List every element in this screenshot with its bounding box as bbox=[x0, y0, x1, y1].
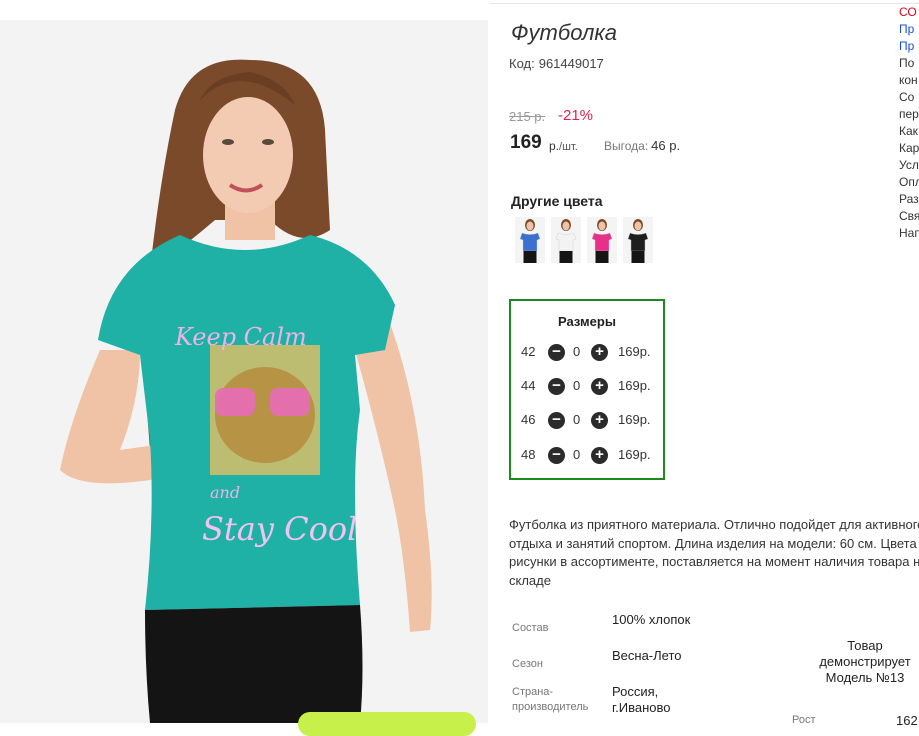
sidebar-item: Свя bbox=[899, 209, 919, 223]
sidebar-item: Раз bbox=[899, 192, 919, 206]
sizes-panel: Размеры 42−0 +169р. 44−0 +169р. 46−0 +169р. 48… bbox=[509, 299, 665, 480]
size-label: 46 bbox=[521, 412, 536, 427]
discount-badge: -21% bbox=[558, 107, 594, 124]
product-title: Футболка bbox=[511, 20, 617, 45]
price-currency: р. bbox=[549, 139, 560, 153]
sidebar-item: Кар bbox=[899, 141, 919, 155]
size-row-46: 46−0 +169р. bbox=[511, 410, 663, 430]
print-text-bottom: Stay Cool bbox=[202, 510, 357, 548]
sku-value: 961449017 bbox=[538, 56, 604, 71]
decrease-quantity-button[interactable]: − bbox=[548, 412, 565, 429]
model-height-label: Рост bbox=[792, 714, 816, 726]
sidebar-item: Как bbox=[899, 124, 918, 138]
sidebar-item: пер bbox=[899, 107, 919, 121]
benefit-label: Выгода: bbox=[604, 139, 649, 153]
model-illustration: Keep Calm and Stay Cool bbox=[0, 20, 488, 723]
property-value: 100% хлопок bbox=[612, 612, 691, 627]
color-swatch-black[interactable] bbox=[623, 217, 653, 263]
increase-quantity-button[interactable]: + bbox=[591, 447, 608, 464]
size-price: 169р. bbox=[618, 412, 651, 427]
top-divider bbox=[490, 3, 919, 4]
model-note: Товар демонстрирует Модель №13 bbox=[819, 638, 911, 685]
price-unit: р./шт. bbox=[549, 139, 578, 153]
sku-label: Код: bbox=[509, 56, 535, 71]
product-image[interactable]: Keep Calm and Stay Cool bbox=[0, 20, 488, 723]
sidebar-item[interactable]: СО bbox=[899, 4, 919, 21]
size-label: 48 bbox=[521, 447, 536, 462]
quantity-value[interactable]: 0 bbox=[573, 344, 580, 359]
property-value: Весна-Лето bbox=[612, 648, 682, 663]
color-swatch-white[interactable] bbox=[551, 217, 581, 263]
decrease-quantity-button[interactable]: − bbox=[548, 378, 565, 395]
quantity-value[interactable]: 0 bbox=[573, 378, 580, 393]
product-description: Футболка из приятного материала. Отлично… bbox=[509, 517, 919, 588]
quantity-value[interactable]: 0 bbox=[573, 412, 580, 427]
size-label: 42 bbox=[521, 344, 536, 359]
decrease-quantity-button[interactable]: − bbox=[548, 344, 565, 361]
property-label: Состав bbox=[512, 622, 549, 634]
price-per-unit: /шт. bbox=[559, 141, 578, 153]
size-row-42: 42−0 +169р. bbox=[511, 342, 663, 362]
sidebar-item[interactable]: Пр bbox=[899, 21, 919, 38]
color-swatch-blue[interactable] bbox=[515, 217, 545, 263]
property-label: Сезон bbox=[512, 658, 543, 670]
print-text-top: Keep Calm bbox=[174, 323, 307, 351]
right-sidebar-menu: СО Пр Пр По кон Со пер Как Кар Усл Опл Раз Свя Нап bbox=[899, 4, 919, 242]
size-row-44: 44−0 +169р. bbox=[511, 376, 663, 396]
size-price: 169р. bbox=[618, 447, 651, 462]
sidebar-item: Со bbox=[899, 90, 915, 104]
color-swatch-pink[interactable] bbox=[587, 217, 617, 263]
sidebar-item: кон bbox=[899, 73, 918, 87]
increase-quantity-button[interactable]: + bbox=[591, 344, 608, 361]
benefit: Выгода: 46 р. bbox=[604, 138, 680, 153]
increase-quantity-button[interactable]: + bbox=[591, 412, 608, 429]
other-colors-title: Другие цвета bbox=[511, 193, 603, 209]
property-value: Россия, г.Иваново bbox=[612, 684, 671, 715]
add-to-cart-button[interactable] bbox=[298, 712, 476, 736]
sizes-title: Размеры bbox=[558, 314, 616, 329]
increase-quantity-button[interactable]: + bbox=[591, 378, 608, 395]
property-label: Страна-производитель bbox=[512, 686, 589, 713]
decrease-quantity-button[interactable]: − bbox=[548, 447, 565, 464]
quantity-value[interactable]: 0 bbox=[573, 447, 580, 462]
size-label: 44 bbox=[521, 378, 536, 393]
sidebar-item: Усл bbox=[899, 158, 919, 172]
size-price: 169р. bbox=[618, 344, 651, 359]
old-price: 215 р. bbox=[509, 109, 546, 124]
product-sku: Код: 961449017 bbox=[509, 56, 604, 71]
model-height-value: 162 bbox=[896, 713, 918, 728]
benefit-value: 46 р. bbox=[651, 138, 681, 153]
size-row-48: 48−0 +169р. bbox=[511, 445, 663, 465]
sidebar-item: Опл bbox=[899, 175, 919, 189]
size-price: 169р. bbox=[618, 378, 651, 393]
sidebar-item[interactable]: Пр bbox=[899, 38, 919, 55]
sidebar-item: По bbox=[899, 56, 915, 70]
sidebar-item: Нап bbox=[899, 226, 919, 240]
print-text-and: and bbox=[210, 483, 240, 502]
current-price: 169 bbox=[510, 132, 542, 153]
